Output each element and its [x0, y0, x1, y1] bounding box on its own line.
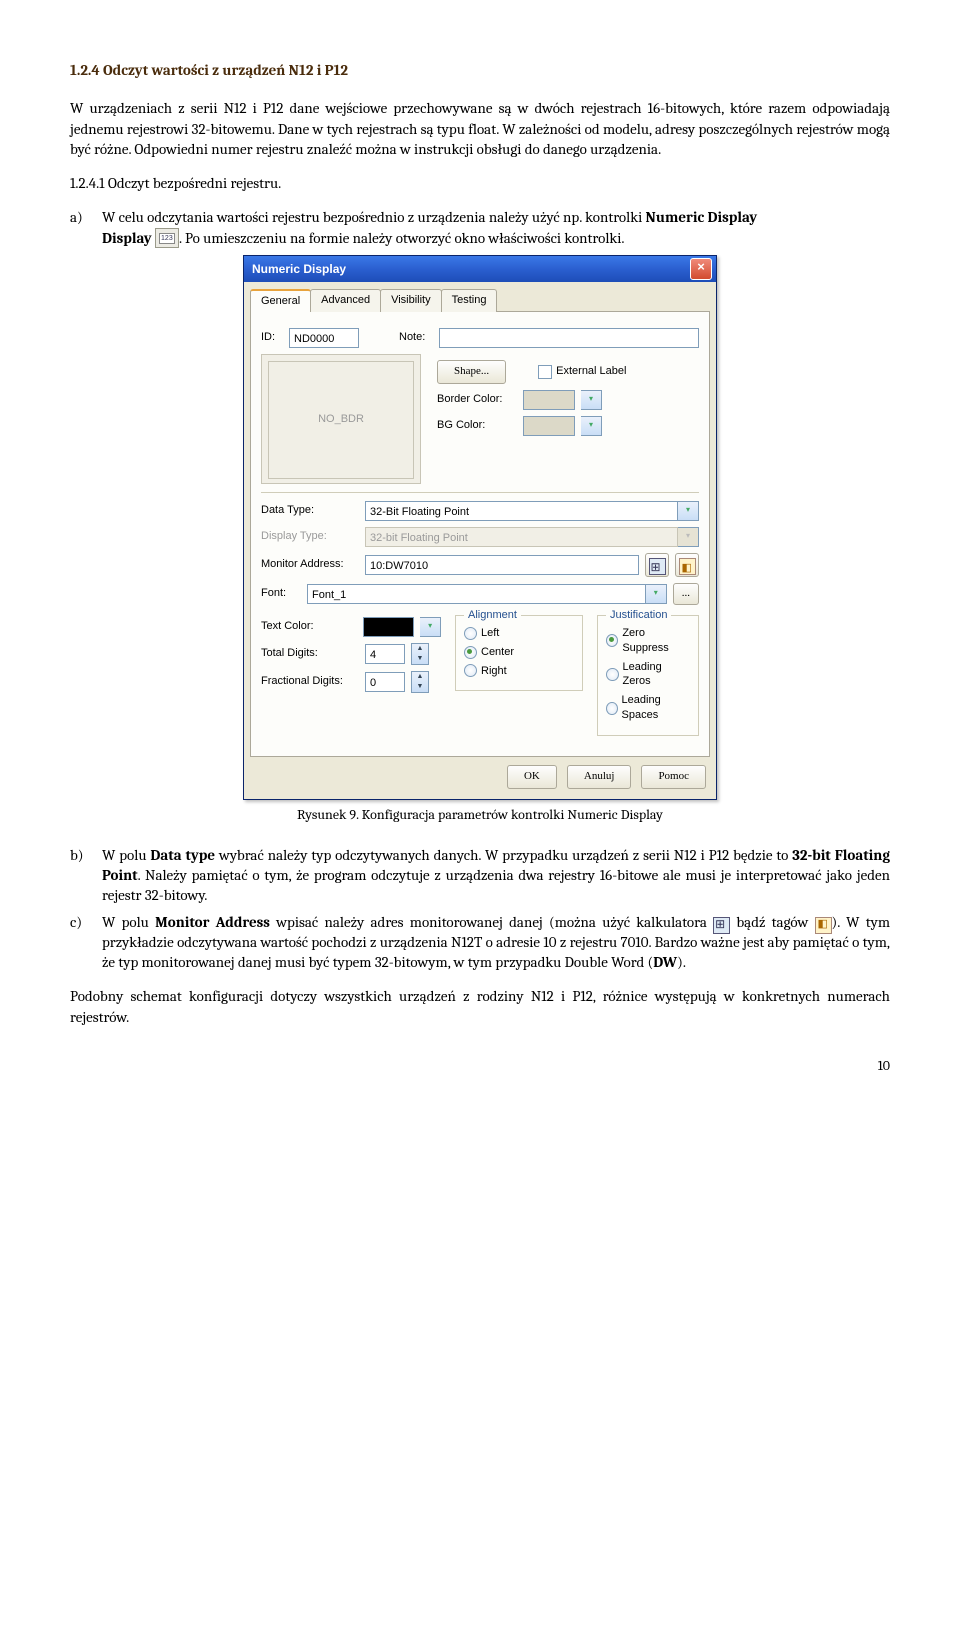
list-item-a: a) W celu odczytania wartości rejestru b…: [70, 207, 890, 249]
data-type-select[interactable]: 32-Bit Floating Point: [365, 501, 678, 521]
bold-data-type: Data type: [150, 846, 215, 864]
alignment-group: Alignment Left Center Right: [455, 615, 583, 692]
shape-button[interactable]: Shape...: [437, 360, 506, 384]
font-dropdown-icon[interactable]: ▾: [646, 584, 667, 604]
help-button[interactable]: Pomoc: [641, 765, 706, 789]
total-digits-label: Total Digits:: [261, 646, 359, 661]
id-label: ID:: [261, 330, 283, 345]
text-color-dropdown-icon[interactable]: ▾: [420, 617, 441, 637]
dialog-title: Numeric Display: [252, 261, 346, 277]
note-field[interactable]: [439, 328, 699, 348]
figure-caption: Rysunek 9. Konfiguracja parametrów kontr…: [70, 806, 890, 825]
marker-c: c): [70, 912, 102, 973]
monitor-address-label: Monitor Address:: [261, 557, 359, 572]
align-center-radio[interactable]: Center: [464, 645, 574, 660]
just-leading-zeros-radio[interactable]: Leading Zeros: [606, 660, 690, 690]
close-icon[interactable]: ×: [690, 258, 712, 280]
subsection-heading: 1.2.4.1 Odczyt bezpośredni rejestru.: [70, 173, 890, 193]
tag-icon: [679, 558, 696, 575]
list-item-c: c) W polu Monitor Address wpisać należy …: [70, 912, 890, 973]
font-label: Font:: [261, 586, 301, 601]
align-right-radio[interactable]: Right: [464, 664, 574, 679]
tab-general[interactable]: General: [250, 289, 311, 312]
paragraph-intro: W urządzeniach z serii N12 i P12 dane we…: [70, 98, 890, 159]
ok-button[interactable]: OK: [507, 765, 557, 789]
display-type-select: 32-bit Floating Point: [365, 527, 678, 547]
text-color-swatch[interactable]: [363, 617, 414, 637]
numeric-display-dialog: Numeric Display × General Advanced Visib…: [243, 255, 717, 800]
border-color-dropdown-icon[interactable]: ▾: [581, 390, 602, 410]
display-type-label: Display Type:: [261, 529, 359, 544]
total-digits-field[interactable]: 4: [365, 644, 405, 664]
marker-b: b): [70, 845, 102, 906]
display-type-dropdown-icon: ▾: [678, 527, 699, 547]
bold-numeric-display: Numeric Display: [646, 208, 758, 226]
bg-color-dropdown-icon[interactable]: ▾: [581, 416, 602, 436]
fractional-digits-label: Fractional Digits:: [261, 674, 359, 689]
font-select[interactable]: Font_1: [307, 584, 646, 604]
alignment-legend: Alignment: [464, 608, 521, 623]
id-field[interactable]: ND0000: [289, 328, 359, 348]
marker-a: a): [70, 207, 102, 249]
bold-monitor-address: Monitor Address: [155, 913, 270, 931]
paragraph-closing: Podobny schemat konfiguracji dotyczy wsz…: [70, 986, 890, 1027]
bold-dw: DW: [653, 953, 677, 971]
total-digits-spinner[interactable]: ▲▼: [411, 643, 429, 665]
bold-display-word: Display: [102, 229, 152, 247]
just-leading-spaces-radio[interactable]: Leading Spaces: [606, 693, 690, 723]
external-label-text: External Label: [556, 364, 626, 379]
numeric-display-icon: [155, 228, 179, 248]
fractional-digits-field[interactable]: 0: [365, 672, 405, 692]
tab-testing[interactable]: Testing: [441, 289, 498, 312]
no-border-placeholder: NO_BDR: [268, 361, 414, 479]
border-color-swatch[interactable]: [523, 390, 575, 410]
text-a-2: . Po umieszczeniu na formie należy otwor…: [179, 229, 625, 247]
section-heading: 1.2.4 Odczyt wartości z urządzeń N12 i P…: [70, 60, 890, 80]
bg-color-label: BG Color:: [437, 418, 517, 433]
data-type-label: Data Type:: [261, 503, 359, 518]
text-a-1: W celu odczytania wartości rejestru bezp…: [102, 208, 646, 226]
note-label: Note:: [399, 330, 433, 345]
tab-strip: General Advanced Visibility Testing: [244, 282, 716, 311]
text-color-label: Text Color:: [261, 619, 357, 634]
data-type-dropdown-icon[interactable]: ▾: [678, 501, 699, 521]
panel-general: ID: ND0000 Note: NO_BDR Shape... Externa…: [250, 311, 710, 757]
bg-color-swatch[interactable]: [523, 416, 575, 436]
align-left-radio[interactable]: Left: [464, 626, 574, 641]
calculator-icon: [649, 558, 666, 575]
inline-calculator-icon: [713, 917, 730, 934]
shape-preview: NO_BDR: [261, 354, 421, 484]
fractional-digits-spinner[interactable]: ▲▼: [411, 671, 429, 693]
checkbox-icon: [538, 365, 552, 379]
list-item-b: b) W polu Data type wybrać należy typ od…: [70, 845, 890, 906]
calculator-button[interactable]: [645, 553, 669, 577]
dialog-titlebar[interactable]: Numeric Display ×: [244, 256, 716, 282]
border-color-label: Border Color:: [437, 392, 517, 407]
tag-button[interactable]: [675, 553, 699, 577]
tab-advanced[interactable]: Advanced: [310, 289, 381, 312]
external-label-checkbox[interactable]: External Label: [538, 364, 626, 379]
justification-group: Justification Zero Suppress Leading Zero…: [597, 615, 699, 736]
tab-visibility[interactable]: Visibility: [380, 289, 442, 312]
cancel-button[interactable]: Anuluj: [567, 765, 632, 789]
font-browse-button[interactable]: ...: [673, 583, 699, 605]
justification-legend: Justification: [606, 608, 671, 623]
page-number: 10: [70, 1057, 890, 1076]
just-zero-suppress-radio[interactable]: Zero Suppress: [606, 626, 690, 656]
monitor-address-field[interactable]: 10:DW7010: [365, 555, 639, 575]
inline-tag-icon: [815, 917, 832, 934]
